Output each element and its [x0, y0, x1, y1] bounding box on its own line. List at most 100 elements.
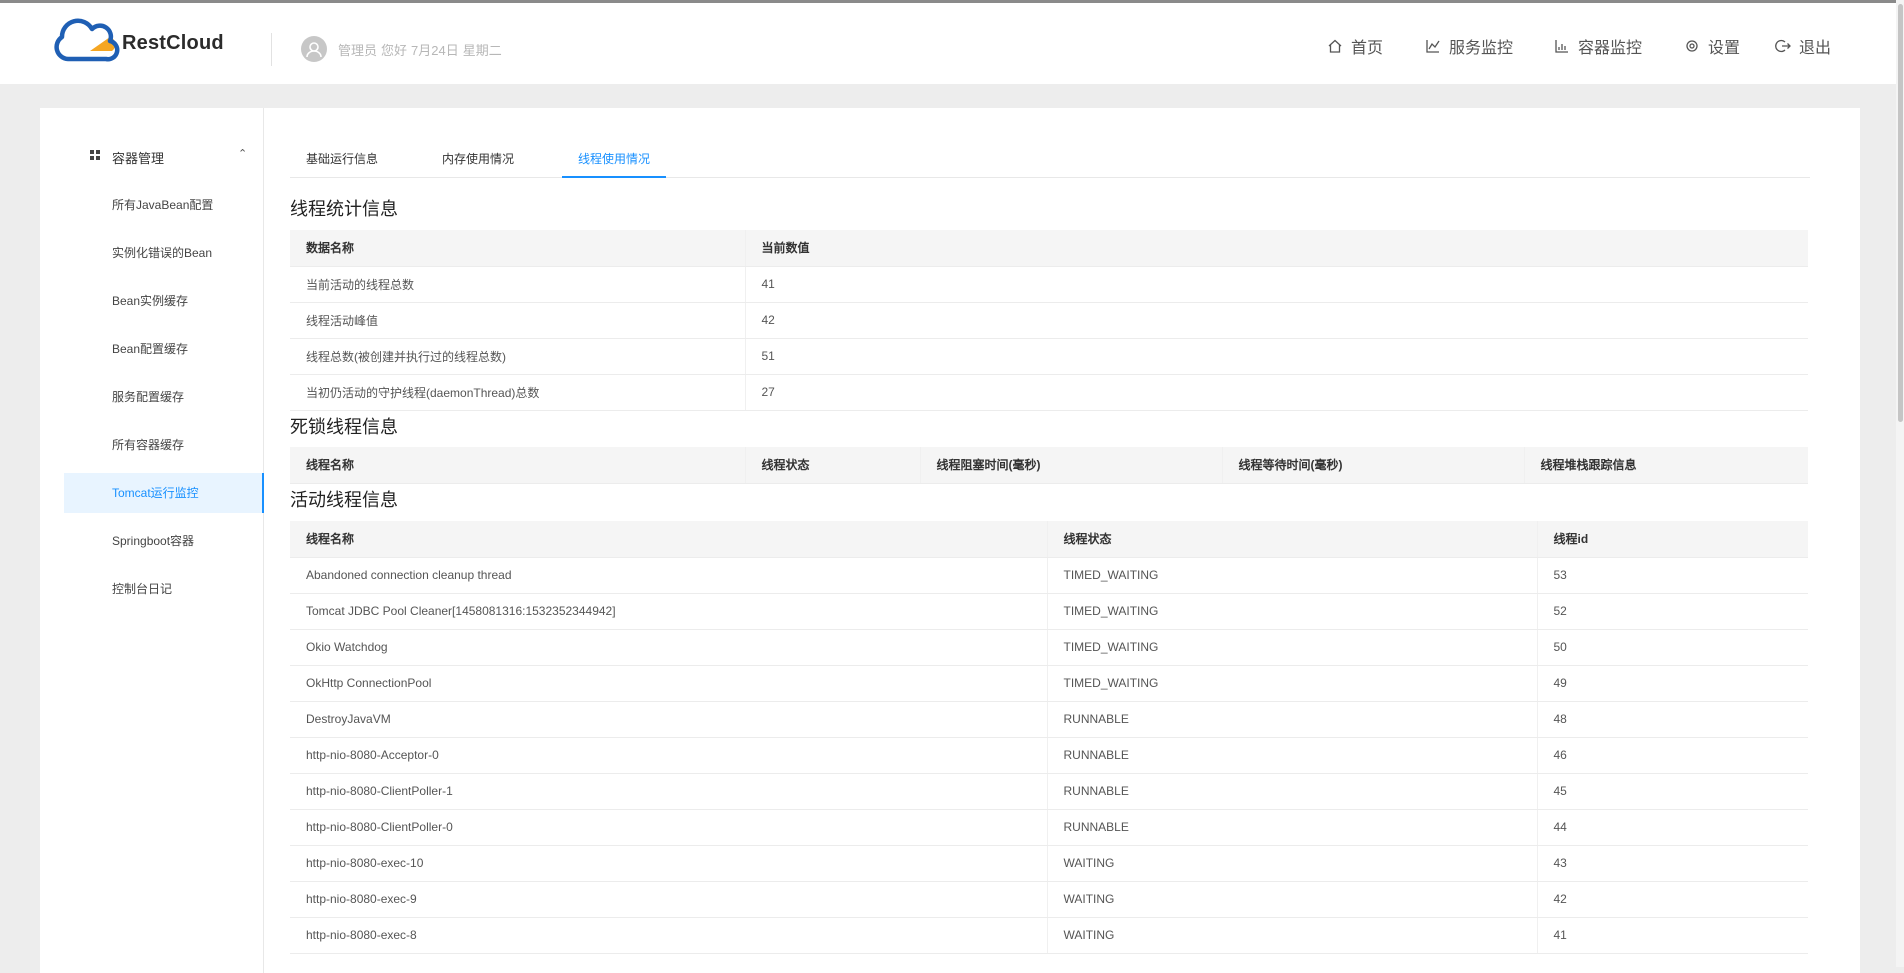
nav-logout-label: 退出	[1799, 40, 1832, 57]
table-row: OkHttp ConnectionPool TIMED_WAITING 49	[290, 665, 1808, 702]
nav-service-monitor-label: 服务监控	[1449, 40, 1514, 57]
chevron-up-icon: ⌃	[238, 148, 248, 160]
column-header: 线程id	[1536, 521, 1808, 558]
table-row: 线程总数(被创建并执行过的线程总数) 51	[290, 338, 1808, 375]
brand-name: RestCloud	[122, 32, 224, 54]
table-cell: WAITING	[1046, 845, 1537, 882]
grid-icon	[90, 150, 100, 160]
sidebar-group-container-management[interactable]: 容器管理 ⌃	[64, 145, 264, 169]
table-cell: 42	[1536, 881, 1808, 918]
bar-chart-icon	[1555, 40, 1568, 53]
table-cell: 53	[1536, 557, 1808, 594]
avatar[interactable]	[301, 36, 327, 62]
table-cell: TIMED_WAITING	[1046, 557, 1537, 594]
settings-icon	[1686, 40, 1698, 52]
main-card: 容器管理 ⌃ 所有JavaBean配置 实例化错误的Bean Bean实例缓存 …	[40, 108, 1860, 973]
header-divider	[271, 33, 272, 66]
sidebar-item-bean-config-cache[interactable]: Bean配置缓存	[64, 329, 264, 369]
table-cell: 51	[744, 338, 1808, 375]
table-row: Okio Watchdog TIMED_WAITING 50	[290, 629, 1808, 666]
table-cell: Tomcat JDBC Pool Cleaner[1458081316:1532…	[290, 593, 1047, 630]
table-cell: 44	[1536, 809, 1808, 846]
table-row: http-nio-8080-Acceptor-0 RUNNABLE 46	[290, 737, 1808, 774]
deadlock-table: 线程名称 线程状态 线程阻塞时间(毫秒) 线程等待时间(毫秒) 线程堆栈跟踪信息	[290, 447, 1808, 484]
table-cell: 当初仍活动的守护线程(daemonThread)总数	[290, 374, 745, 411]
table-row: http-nio-8080-exec-10 WAITING 43	[290, 845, 1808, 882]
column-header: 线程名称	[290, 521, 1047, 558]
table-cell: OkHttp ConnectionPool	[290, 665, 1047, 702]
table-row: http-nio-8080-ClientPoller-0 RUNNABLE 44	[290, 809, 1808, 846]
table-header-row: 数据名称 当前数值	[290, 230, 1808, 267]
table-cell: RUNNABLE	[1046, 773, 1537, 810]
nav-home-label: 首页	[1351, 40, 1384, 57]
table-row: 当初仍活动的守护线程(daemonThread)总数 27	[290, 374, 1808, 411]
column-header: 线程状态	[744, 447, 920, 484]
sidebar-item-service-config-cache[interactable]: 服务配置缓存	[64, 377, 264, 417]
table-cell: TIMED_WAITING	[1046, 629, 1537, 666]
table-cell: 45	[1536, 773, 1808, 810]
scrollbar-thumb[interactable]	[1898, 4, 1903, 422]
table-cell: DestroyJavaVM	[290, 701, 1047, 738]
sidebar: 容器管理 ⌃ 所有JavaBean配置 实例化错误的Bean Bean实例缓存 …	[64, 108, 264, 973]
current-date: 7月24日	[411, 43, 459, 58]
nav-logout[interactable]: 退出	[1775, 35, 1831, 57]
sidebar-item-all-container-cache[interactable]: 所有容器缓存	[64, 425, 264, 465]
table-row: http-nio-8080-ClientPoller-1 RUNNABLE 45	[290, 773, 1808, 810]
table-cell: RUNNABLE	[1046, 737, 1537, 774]
table-cell: 41	[744, 266, 1808, 303]
sidebar-item-console-log[interactable]: 控制台日记	[64, 569, 264, 609]
nav-settings[interactable]: 设置	[1684, 35, 1740, 57]
table-cell: 52	[1536, 593, 1808, 630]
active-threads-table: 线程名称 线程状态 线程id Abandoned connection clea…	[290, 521, 1808, 954]
table-cell: RUNNABLE	[1046, 809, 1537, 846]
tab-thread-usage[interactable]: 线程使用情况	[578, 150, 650, 167]
nav-service-monitor[interactable]: 服务监控	[1425, 35, 1513, 57]
column-header: 线程堆栈跟踪信息	[1523, 447, 1808, 484]
nav-settings-label: 设置	[1708, 40, 1741, 57]
table-cell: 当前活动的线程总数	[290, 266, 745, 303]
home-icon	[1328, 39, 1342, 53]
nav-home[interactable]: 首页	[1327, 35, 1383, 57]
column-header: 数据名称	[290, 230, 745, 267]
current-weekday: 星期二	[462, 43, 502, 58]
table-cell: Abandoned connection cleanup thread	[290, 557, 1047, 594]
tab-active-indicator	[562, 176, 666, 178]
top-header: RestCloud 管理员 您好 7月24日 星期二 首页 服务监控 容器监控 设置 …	[0, 0, 1904, 84]
sidebar-item-error-bean[interactable]: 实例化错误的Bean	[64, 233, 264, 273]
nav-container-monitor-label: 容器监控	[1578, 40, 1643, 57]
greeting-text: 您好	[381, 43, 408, 58]
table-cell: WAITING	[1046, 917, 1537, 954]
table-header-row: 线程名称 线程状态 线程id	[290, 521, 1808, 558]
sidebar-item-all-javabean[interactable]: 所有JavaBean配置	[64, 185, 264, 225]
column-header: 当前数值	[744, 230, 1808, 267]
logo[interactable]: RestCloud	[50, 15, 240, 71]
column-header: 线程状态	[1046, 521, 1537, 558]
table-cell: http-nio-8080-exec-10	[290, 845, 1047, 882]
sidebar-item-bean-instance-cache[interactable]: Bean实例缓存	[64, 281, 264, 321]
table-cell: TIMED_WAITING	[1046, 593, 1537, 630]
tab-memory-usage[interactable]: 内存使用情况	[442, 150, 514, 167]
table-cell: 43	[1536, 845, 1808, 882]
tab-basic-info[interactable]: 基础运行信息	[306, 150, 378, 167]
table-cell: 49	[1536, 665, 1808, 702]
table-cell: 27	[744, 374, 1808, 411]
sidebar-item-tomcat-monitor[interactable]: Tomcat运行监控	[64, 473, 264, 513]
table-cell: http-nio-8080-Acceptor-0	[290, 737, 1047, 774]
table-row: 线程活动峰值 42	[290, 302, 1808, 339]
table-row: Abandoned connection cleanup thread TIMED…	[290, 557, 1808, 594]
table-cell: 41	[1536, 917, 1808, 954]
table-cell: TIMED_WAITING	[1046, 665, 1537, 702]
user-role: 管理员	[338, 43, 378, 58]
tab-bar: 基础运行信息 内存使用情况 线程使用情况	[290, 138, 1810, 178]
table-cell: 48	[1536, 701, 1808, 738]
table-cell: http-nio-8080-exec-9	[290, 881, 1047, 918]
nav-container-monitor[interactable]: 容器监控	[1554, 35, 1642, 57]
table-cell: 线程活动峰值	[290, 302, 745, 339]
table-row: http-nio-8080-exec-8 WAITING 41	[290, 917, 1808, 954]
sidebar-item-springboot[interactable]: Springboot容器	[64, 521, 264, 561]
column-header: 线程阻塞时间(毫秒)	[919, 447, 1222, 484]
table-cell: http-nio-8080-ClientPoller-0	[290, 809, 1047, 846]
user-icon	[306, 42, 322, 58]
table-row: DestroyJavaVM RUNNABLE 48	[290, 701, 1808, 738]
table-cell: 46	[1536, 737, 1808, 774]
